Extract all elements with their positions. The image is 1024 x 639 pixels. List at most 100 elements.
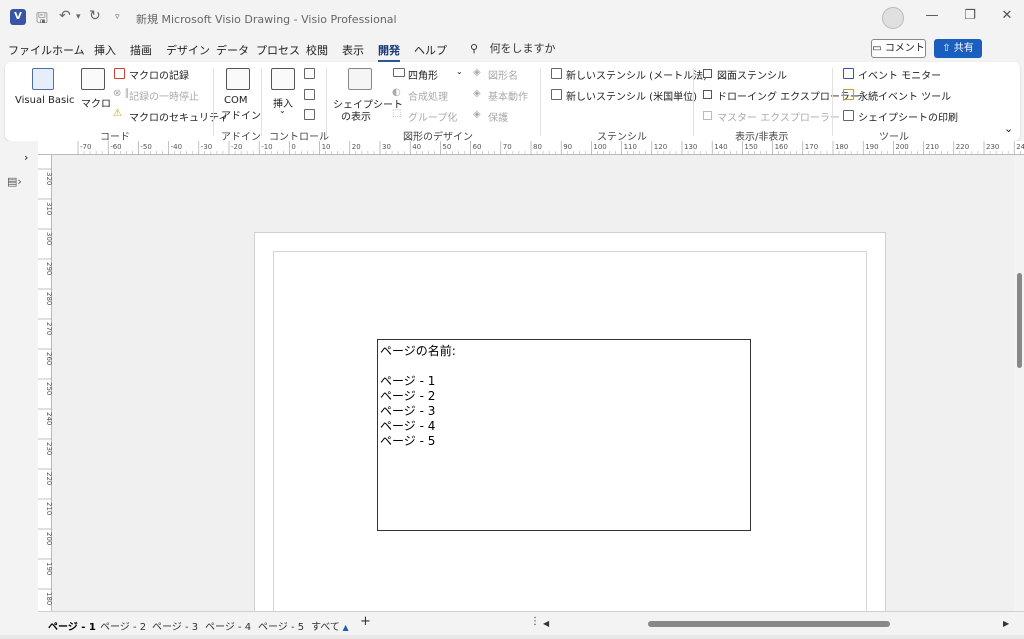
page-tabs-bar: ページ - 1 ページ - 2 ページ - 3 ページ - 4 ページ - 5 …	[38, 611, 1024, 637]
new-stencil-us-button[interactable]: 新しいステンシル (米国単位)	[566, 88, 697, 103]
tab-help[interactable]: ヘルプ	[414, 42, 447, 58]
page-tab-2[interactable]: ページ - 2	[100, 618, 146, 633]
vertical-scrollbar[interactable]	[1014, 155, 1024, 611]
tell-me-search[interactable]: ⚲ 何をしますか	[470, 40, 556, 56]
com-addins-line1[interactable]: COM	[224, 95, 247, 106]
event-monitor-button[interactable]: イベント モニター	[858, 67, 941, 82]
properties-icon[interactable]	[304, 89, 315, 100]
ruler-tick-label: -40	[171, 143, 182, 151]
operations-button: 合成処理	[408, 92, 448, 103]
ruler-tick-label: 0	[291, 143, 295, 151]
search-placeholder: 何をしますか	[489, 42, 556, 55]
scroll-right-icon[interactable]: ▶	[1003, 619, 1009, 628]
com-addin-icon[interactable]	[226, 68, 250, 90]
print-shapesheet-icon	[843, 110, 854, 121]
tab-file[interactable]: ファイル	[8, 42, 52, 58]
view-code-icon[interactable]	[304, 109, 315, 120]
shapesheet-icon[interactable]	[348, 68, 372, 90]
new-stencil-metric-button[interactable]: 新しいステンシル (メートル法)	[566, 67, 707, 82]
page-tab-5[interactable]: ページ - 5	[258, 618, 304, 633]
insert-control-icon[interactable]	[271, 68, 295, 90]
record-macro-button[interactable]: マクロの記録	[129, 67, 189, 82]
close-icon[interactable]: ✕	[997, 8, 1017, 23]
share-button[interactable]: ⇧ 共有	[934, 39, 982, 58]
comment-button[interactable]: ▭ コメント	[871, 39, 926, 58]
rectangle-button[interactable]: 四角形	[408, 67, 438, 82]
undo-dropdown-icon[interactable]: ▾	[76, 12, 81, 22]
page-names-textbox[interactable]: ページの名前: ページ - 1 ページ - 2 ページ - 3 ページ - 4 …	[377, 339, 751, 531]
status-bar	[0, 635, 1024, 639]
ruler-tick-label: 20	[352, 143, 361, 151]
group-shapes-icon: ⬚	[392, 108, 402, 119]
ribbon-separator	[832, 68, 833, 136]
page-tab-4[interactable]: ページ - 4	[205, 618, 251, 633]
ruler-tick-label: 140	[714, 143, 727, 151]
document-stencil-checkbox[interactable]	[703, 69, 712, 78]
ruler-tick-label: 210	[45, 502, 52, 515]
stencil-metric-icon	[551, 68, 562, 79]
page-list-item: ページ - 2	[380, 389, 436, 403]
ruler-tick-label: -20	[231, 143, 242, 151]
ribbon-separator	[213, 68, 214, 136]
more-options-icon[interactable]: ⋮	[530, 616, 540, 627]
tab-insert[interactable]: 挿入	[94, 42, 116, 58]
page-tab-3[interactable]: ページ - 3	[152, 618, 198, 633]
horizontal-ruler-ticks: -70 -60 -50 -40 -30 -20 -10 0 10 20 30 40 50 60 70 80 90…	[77, 141, 1024, 155]
all-pages-button[interactable]: すべて ▲	[311, 618, 349, 633]
persistent-events-button[interactable]: 永続イベント ツール	[858, 88, 951, 103]
tab-data[interactable]: データ	[216, 42, 249, 58]
ruler-tick-label: 70	[503, 143, 512, 151]
ruler-tick-label: 220	[45, 472, 52, 485]
vertical-scroll-thumb[interactable]	[1017, 273, 1022, 368]
tab-design[interactable]: デザイン	[166, 42, 210, 58]
pause-recording-button: 記録の一時停止	[129, 92, 199, 103]
ruler-tick-label: 230	[45, 442, 52, 455]
tab-draw[interactable]: 描画	[130, 42, 152, 58]
rectangle-icon	[393, 68, 405, 77]
ruler-tick-label: 300	[45, 232, 52, 245]
visual-basic-icon[interactable]	[32, 68, 54, 90]
vertical-ruler-ticks: 320 310 300 290 280 270 260 250 240 230 220 210 200 1…	[38, 168, 52, 605]
ruler-tick-label: 230	[986, 143, 999, 151]
comment-icon: ▭	[872, 43, 885, 54]
ruler-tick-label: 180	[835, 143, 848, 151]
chevron-down-icon[interactable]: ⌄	[456, 67, 463, 76]
record-macro-icon	[114, 68, 125, 79]
save-icon[interactable]: 🖫	[36, 8, 48, 32]
show-shapesheet-line2[interactable]: の表示	[341, 108, 371, 123]
account-icon[interactable]	[882, 7, 904, 29]
drawing-page[interactable]: ページの名前: ページ - 1 ページ - 2 ページ - 3 ページ - 4 …	[254, 232, 886, 611]
page-list-item: ページ - 3	[380, 404, 436, 418]
search-icon: ⚲	[470, 42, 479, 55]
drawing-explorer-checkbox[interactable]	[703, 90, 712, 99]
shapes-icon[interactable]: ▤›	[7, 175, 22, 188]
restore-icon[interactable]: ❐	[960, 8, 980, 23]
page-tab-1[interactable]: ページ - 1	[48, 618, 96, 637]
tab-home[interactable]: ホーム	[52, 42, 85, 58]
minimize-icon[interactable]: —	[922, 8, 942, 23]
ruler-tick-label: 90	[563, 143, 572, 151]
redo-icon[interactable]: ↻	[89, 8, 101, 24]
macros-button[interactable]: マクロ	[81, 95, 111, 110]
macro-icon[interactable]	[81, 68, 105, 90]
tab-review[interactable]: 校閲	[306, 42, 328, 58]
ruler-tick-label: -10	[261, 143, 272, 151]
tab-process[interactable]: プロセス	[256, 42, 300, 58]
persistent-events-icon	[843, 89, 854, 100]
horizontal-scrollbar[interactable]	[544, 620, 1010, 628]
com-addins-line2[interactable]: アドイン	[221, 107, 261, 122]
visual-basic-button[interactable]: Visual Basic	[15, 95, 75, 106]
tab-view[interactable]: 表示	[342, 42, 364, 58]
ruler-tick-label: 190	[865, 143, 878, 151]
collapse-ribbon-icon[interactable]: ⌄	[1004, 122, 1013, 135]
horizontal-scroll-thumb[interactable]	[648, 621, 890, 627]
print-shapesheet-button[interactable]: シェイプシートの印刷	[858, 109, 958, 124]
protection-icon: ◈	[473, 109, 481, 120]
add-page-icon[interactable]: +	[360, 614, 371, 629]
undo-icon[interactable]: ↶	[59, 8, 71, 24]
design-mode-icon[interactable]	[304, 68, 315, 79]
drawing-canvas[interactable]: ページの名前: ページ - 1 ページ - 2 ページ - 3 ページ - 4 …	[52, 155, 1014, 611]
customize-qat-icon[interactable]: ▿	[115, 12, 120, 22]
tab-developer[interactable]: 開発	[378, 42, 400, 63]
expand-shapes-icon[interactable]: ›	[24, 151, 28, 164]
